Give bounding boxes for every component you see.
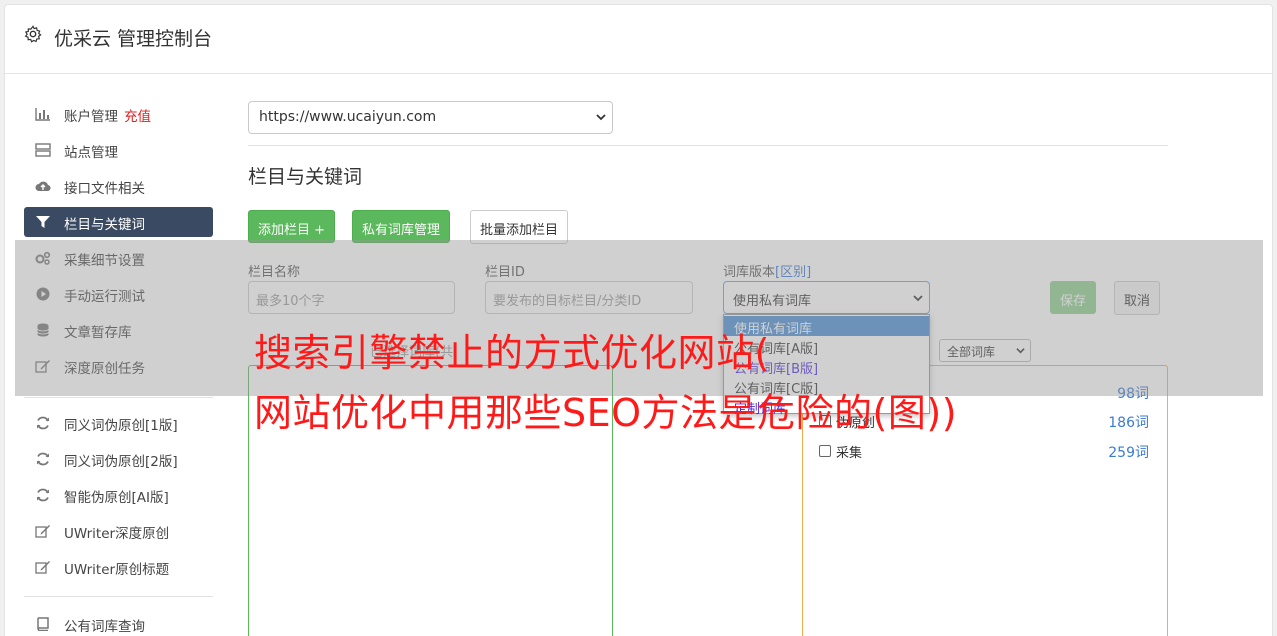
- add-column-button[interactable]: 添加栏目 +: [248, 210, 336, 243]
- sidebar-item-account[interactable]: 账户管理 充值: [24, 99, 213, 129]
- sidebar-item-interface-files[interactable]: 接口文件相关: [24, 171, 213, 201]
- sidebar-item-ai-rewrite[interactable]: 智能伪原创[AI版]: [24, 480, 213, 510]
- sidebar-item-label: 站点管理: [64, 145, 118, 161]
- refresh-icon: [37, 416, 49, 430]
- sidebar-item-synonym-v1[interactable]: 同义词伪原创[1版]: [24, 408, 213, 438]
- private-lib-button[interactable]: 私有词库管理: [352, 210, 451, 243]
- sidebar-item-label: 智能伪原创[AI版]: [64, 490, 169, 506]
- sidebar-item-sites[interactable]: 站点管理: [24, 135, 213, 165]
- filter-icon: [36, 216, 50, 228]
- bar-chart-icon: [35, 108, 50, 121]
- banner-line-1: 搜索引擎禁止的方式优化网站(: [254, 331, 770, 375]
- batch-add-column-button[interactable]: 批量添加栏目: [470, 210, 569, 244]
- app-header: 优采云 管理控制台: [4, 4, 1273, 74]
- sidebar-item-public-lib-query[interactable]: 公有词库查询: [24, 609, 213, 636]
- sidebar-item-label: 公有词库查询: [64, 619, 145, 635]
- sidebar-item-uwriter-deep[interactable]: UWriter深度原创: [24, 516, 213, 546]
- lib-count: 259词: [1108, 445, 1149, 461]
- sidebar-divider: [24, 397, 213, 398]
- chevron-down-icon: [596, 114, 606, 121]
- site-select[interactable]: https://www.ucaiyun.com: [248, 101, 613, 134]
- site-select-value: https://www.ucaiyun.com: [259, 109, 437, 125]
- sidebar-item-synonym-v2[interactable]: 同义词伪原创[2版]: [24, 444, 213, 474]
- edit-icon: [35, 525, 50, 538]
- recharge-link[interactable]: 充值: [124, 109, 151, 125]
- sidebar-item-label: UWriter原创标题: [64, 562, 170, 578]
- list-item[interactable]: 采集 259词: [819, 441, 1149, 463]
- banner-line-2: 网站优化中用那些SEO方法是危险的(图)): [254, 391, 958, 435]
- server-icon: [35, 143, 51, 157]
- sidebar-item-label: 同义词伪原创[1版]: [64, 418, 178, 434]
- section-divider: [248, 145, 1168, 146]
- refresh-icon: [37, 452, 49, 466]
- cloud-upload-icon: [35, 181, 51, 192]
- lib-name: 采集: [836, 446, 863, 461]
- sidebar-item-label: 账户管理: [64, 109, 118, 125]
- gear-icon: [24, 25, 42, 43]
- sidebar-item-label: 接口文件相关: [64, 181, 145, 197]
- book-icon: [37, 617, 49, 631]
- lib-count: 186词: [1108, 415, 1149, 431]
- sidebar-item-columns-keywords[interactable]: 栏目与关键词: [24, 207, 213, 237]
- sidebar-item-label: 同义词伪原创[2版]: [64, 454, 178, 470]
- app-title: 优采云 管理控制台: [54, 28, 213, 50]
- edit-icon: [35, 561, 50, 574]
- lib-checkbox[interactable]: [819, 445, 831, 457]
- refresh-icon: [37, 488, 49, 502]
- sidebar-item-label: 栏目与关键词: [64, 217, 145, 233]
- sidebar-divider: [24, 596, 213, 597]
- section-title: 栏目与关键词: [248, 166, 363, 188]
- sidebar-item-label: UWriter深度原创: [64, 526, 170, 542]
- sidebar-item-uwriter-title[interactable]: UWriter原创标题: [24, 552, 213, 582]
